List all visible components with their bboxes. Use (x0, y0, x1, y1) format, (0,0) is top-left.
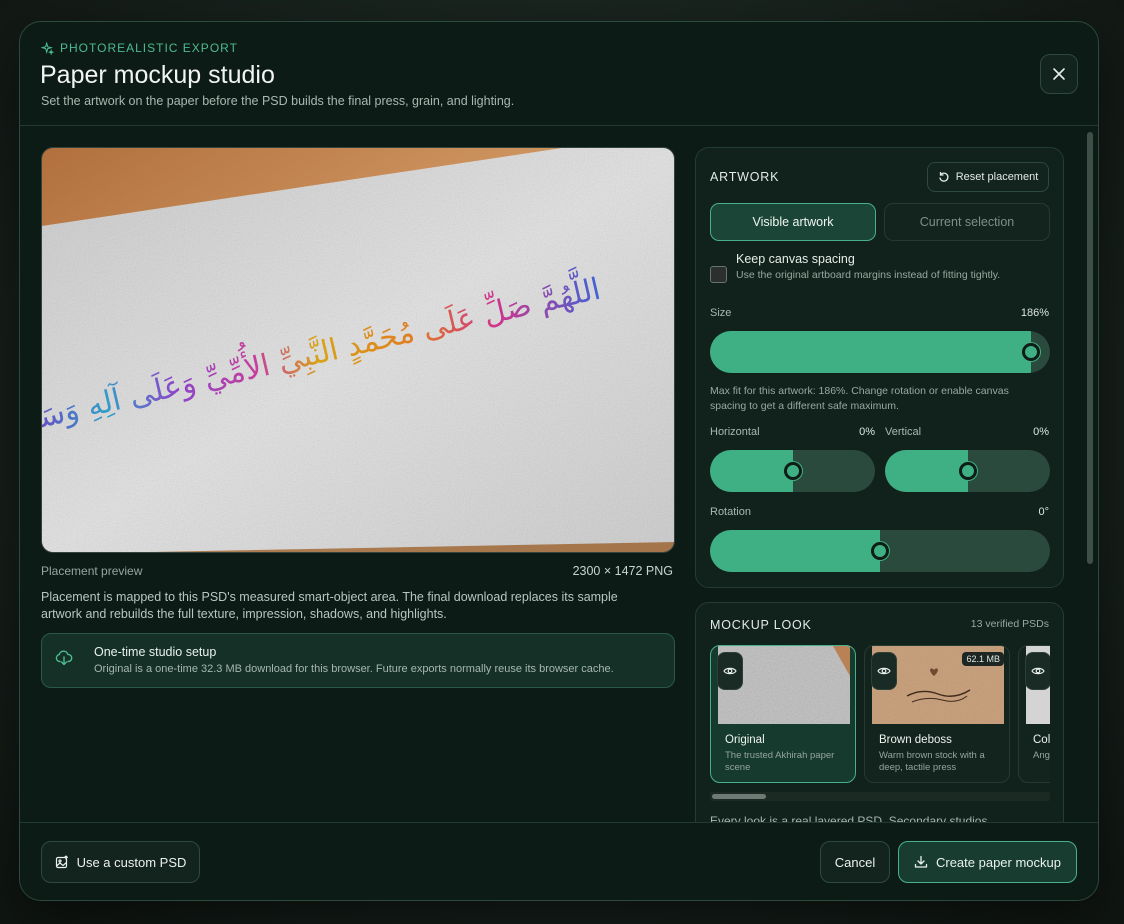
preview-eye-button[interactable] (1025, 652, 1050, 690)
cards-scroll-thumb[interactable] (712, 794, 766, 799)
horizontal-value: 0% (859, 426, 875, 438)
vertical-slider-fill (885, 450, 968, 492)
size-label: Size (710, 307, 732, 319)
close-button[interactable] (1040, 54, 1078, 94)
vertical-slider-thumb[interactable] (958, 462, 977, 480)
keep-spacing-sub: Use the original artboard margins instea… (736, 269, 1001, 281)
sparkle-icon (41, 41, 54, 55)
mockup-card-original[interactable]: Original The trusted Akhirah paper scene (710, 645, 856, 783)
card-description: Ang with (1033, 750, 1050, 761)
horizontal-label: Horizontal (710, 426, 760, 438)
preview-eye-button[interactable] (717, 652, 743, 690)
mockup-card-brown-deboss[interactable]: 62.1 MB Brown deboss Warm brown stock wi… (864, 645, 1010, 783)
page-subtitle: Set the artwork on the paper before the … (41, 94, 515, 108)
artwork-source-toggle: Visible artwork Current selection (710, 203, 1050, 241)
mockup-heading: MOCKUP LOOK (710, 618, 812, 632)
card-name: Col (1033, 734, 1050, 746)
paper-preview-image: اللَّهُمَّ صَلِّ عَلَى مُحَمَّدٍ النَّبِ… (42, 148, 674, 552)
rotation-value: 0° (1038, 506, 1049, 518)
cards-horizontal-scrollbar[interactable] (710, 792, 1050, 801)
body-scroll-thumb[interactable] (1087, 132, 1093, 564)
reset-icon (939, 171, 949, 182)
eye-icon (1031, 667, 1045, 675)
eye-icon (877, 667, 891, 675)
rotation-slider-fill (710, 530, 880, 572)
placement-description: Placement is mapped to this PSD's measur… (41, 590, 618, 621)
current-selection-option[interactable]: Current selection (884, 203, 1050, 241)
eye-icon (723, 667, 737, 675)
use-custom-psd-button[interactable]: Use a custom PSD (41, 841, 200, 883)
custom-psd-label: Use a custom PSD (76, 854, 187, 870)
cancel-button[interactable]: Cancel (820, 841, 890, 883)
card-description: Warm brown stock with a deep, tactile pr… (879, 750, 985, 773)
size-slider-fill (710, 331, 1031, 373)
eyebrow: PHOTOREALISTIC EXPORT (41, 41, 238, 55)
visible-artwork-option[interactable]: Visible artwork (710, 203, 876, 241)
max-fit-hint: Max fit for this artwork: 186%. Change r… (710, 385, 1009, 412)
vertical-label: Vertical (885, 426, 922, 438)
verified-count: 13 verified PSDs (970, 618, 1049, 630)
card-name: Brown deboss (879, 734, 952, 746)
horizontal-slider-fill (710, 450, 793, 492)
mockup-card-partial[interactable]: Col Ang with (1018, 645, 1050, 783)
keep-canvas-spacing-checkbox[interactable] (710, 266, 727, 283)
create-label: Create paper mockup (935, 854, 1061, 870)
setup-title: One-time studio setup (94, 645, 217, 659)
reset-label: Reset placement (955, 171, 1039, 183)
body-scrollbar[interactable] (1084, 126, 1096, 824)
mockup-cards: Original The trusted Akhirah paper scene (710, 645, 1050, 785)
size-slider[interactable] (710, 331, 1050, 373)
dialog-footer: Use a custom PSD Cancel Create paper moc… (20, 822, 1098, 900)
file-size-badge: 62.1 MB (962, 652, 1004, 666)
horizontal-slider-thumb[interactable] (783, 462, 802, 480)
close-icon (1053, 68, 1065, 80)
setup-text: Original is a one-time 32.3 MB download … (94, 663, 614, 675)
eyebrow-text: PHOTOREALISTIC EXPORT (60, 41, 238, 55)
create-paper-mockup-button[interactable]: Create paper mockup (898, 841, 1077, 883)
rotation-slider-thumb[interactable] (871, 542, 889, 560)
preview-label: Placement preview (41, 564, 143, 578)
artwork-heading: ARTWORK (710, 170, 780, 184)
dialog-body: اللَّهُمَّ صَلِّ عَلَى مُحَمَّدٍ النَّبِ… (20, 126, 1098, 824)
size-value: 186% (1020, 307, 1049, 319)
preview-eye-button[interactable] (871, 652, 897, 690)
card-description: The trusted Akhirah paper scene (725, 750, 835, 773)
card-name: Original (725, 734, 765, 746)
cancel-label: Cancel (834, 854, 876, 870)
page-title: Paper mockup studio (40, 61, 275, 89)
size-slider-thumb[interactable] (1022, 343, 1040, 361)
image-upload-icon (55, 855, 68, 869)
reset-placement-button[interactable]: Reset placement (927, 162, 1049, 192)
keep-spacing-title: Keep canvas spacing (736, 252, 855, 266)
studio-setup-card: One-time studio setup Original is a one-… (41, 633, 675, 688)
cloud-download-icon (55, 650, 73, 666)
rotation-label: Rotation (710, 506, 751, 518)
placement-preview: اللَّهُمَّ صَلِّ عَلَى مُحَمَّدٍ النَّبِ… (41, 147, 675, 553)
artwork-panel: ARTWORK Reset placement Visible artwork … (695, 147, 1064, 588)
mockup-look-panel: MOCKUP LOOK 13 verified PSDs Original Th… (695, 602, 1064, 824)
download-icon (914, 855, 928, 868)
preview-size: 2300 × 1472 PNG (572, 564, 673, 578)
paper-mockup-dialog: PHOTOREALISTIC EXPORT Paper mockup studi… (19, 21, 1099, 901)
dialog-header: PHOTOREALISTIC EXPORT Paper mockup studi… (20, 22, 1098, 126)
vertical-value: 0% (1033, 426, 1049, 438)
